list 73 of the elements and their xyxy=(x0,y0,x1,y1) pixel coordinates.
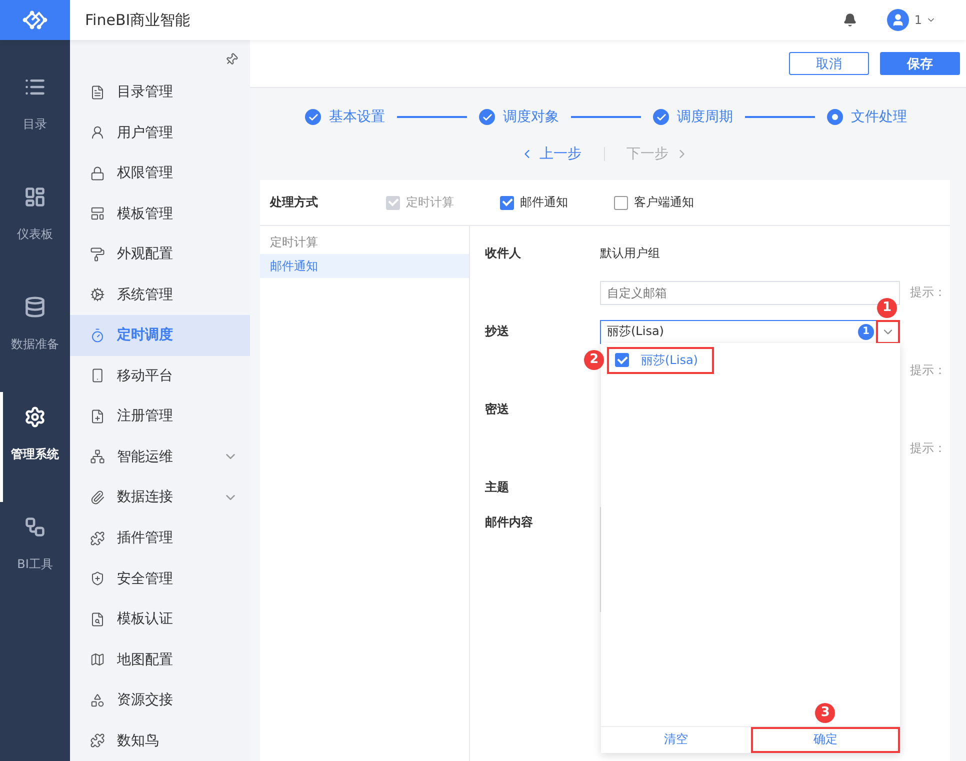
menu-item[interactable]: 移动平台 xyxy=(70,356,250,396)
step-label: 调度对象 xyxy=(503,108,559,126)
menu-item[interactable]: 注册管理 xyxy=(70,396,250,437)
bell-icon[interactable] xyxy=(843,13,858,27)
settings-icon xyxy=(24,406,46,428)
dropdown-option[interactable]: 丽莎(Lisa) xyxy=(607,346,714,374)
menu-item[interactable]: 资源交接 xyxy=(70,680,250,720)
timer-icon xyxy=(90,328,105,343)
step-label: 基本设置 xyxy=(329,108,385,126)
option-checkbox[interactable]: 客户端通知 xyxy=(614,194,754,211)
dropdown-button[interactable]: 清空 xyxy=(601,726,750,752)
hint-text: 提示： xyxy=(910,362,946,379)
menu-item[interactable]: 数知鸟 xyxy=(70,720,250,761)
menu-item[interactable]: 目录管理 xyxy=(70,72,250,112)
avatar-icon[interactable] xyxy=(887,9,910,31)
menu-item[interactable]: 用户管理 xyxy=(70,112,250,153)
menu-item[interactable]: 模板认证 xyxy=(70,598,250,640)
phone-icon xyxy=(90,368,105,384)
hint-text: 提示： xyxy=(910,284,946,301)
menu-item[interactable]: 地图配置 xyxy=(70,639,250,680)
checkbox[interactable] xyxy=(614,196,628,210)
app-title: FineBI商业智能 xyxy=(85,10,192,30)
layout-icon xyxy=(90,206,105,222)
section-item[interactable]: 定时计算 xyxy=(260,230,469,254)
option-checkbox[interactable]: 邮件通知 xyxy=(500,194,614,211)
nav-item[interactable]: 目录 xyxy=(0,62,70,172)
map-icon xyxy=(90,652,105,668)
menu-item[interactable]: 权限管理 xyxy=(70,152,250,194)
field-label: 收件人 xyxy=(485,245,522,262)
nav-item[interactable]: 数据准备 xyxy=(0,282,70,392)
paint-roller-icon xyxy=(90,246,105,262)
file-search-icon xyxy=(90,612,105,627)
menu-item[interactable]: 系统管理 xyxy=(70,274,250,316)
database-icon xyxy=(24,296,46,318)
lock-icon xyxy=(90,166,105,181)
dropdown-button[interactable] xyxy=(876,320,900,344)
checkbox[interactable] xyxy=(500,196,514,210)
field-label: 密送 xyxy=(485,401,510,418)
nav-item[interactable]: 仪表板 xyxy=(0,172,70,282)
user-name[interactable]: 1 xyxy=(914,13,922,27)
menu-item[interactable]: 安全管理 xyxy=(70,558,250,599)
paperclip-icon xyxy=(90,490,105,505)
field-label: 处理方式 xyxy=(270,194,319,211)
hint-text: 提示： xyxy=(910,440,946,457)
callout-badge: 2 xyxy=(584,350,604,370)
field-value: 默认用户组 xyxy=(600,245,660,262)
logo-icon[interactable] xyxy=(0,0,70,40)
menu-item[interactable]: 智能运维 xyxy=(70,436,250,478)
cancel-button[interactable]: 取消 xyxy=(789,52,869,75)
menu-item[interactable]: 外观配置 xyxy=(70,234,250,274)
field-label: 抄送 xyxy=(485,323,510,340)
menu-item[interactable]: 插件管理 xyxy=(70,518,250,558)
dashboard-icon xyxy=(24,186,46,208)
puzzle-icon xyxy=(90,530,105,546)
step-label: 文件处理 xyxy=(851,108,907,126)
callout-badge: 3 xyxy=(815,702,836,722)
count-badge: 1 xyxy=(858,324,874,340)
menu-item[interactable]: 模板管理 xyxy=(70,193,250,234)
nav-item[interactable]: BI工具 xyxy=(0,502,70,612)
menu-item[interactable]: 数据连接 xyxy=(70,477,250,518)
file-plus-icon xyxy=(90,408,105,424)
shield-icon xyxy=(90,571,105,586)
gear-icon xyxy=(90,287,105,302)
dropdown-button[interactable]: 确定 xyxy=(750,726,900,752)
shapes-icon xyxy=(90,692,105,708)
user-icon xyxy=(90,125,105,140)
puzzle-icon xyxy=(90,733,105,748)
checkbox[interactable] xyxy=(615,353,629,367)
step-label: 调度周期 xyxy=(677,108,733,126)
save-button[interactable]: 保存 xyxy=(880,52,960,75)
field-label: 邮件内容 xyxy=(485,514,534,531)
previous-step-link[interactable]: 上一步 xyxy=(520,145,582,163)
field-label: 主题 xyxy=(485,479,510,496)
